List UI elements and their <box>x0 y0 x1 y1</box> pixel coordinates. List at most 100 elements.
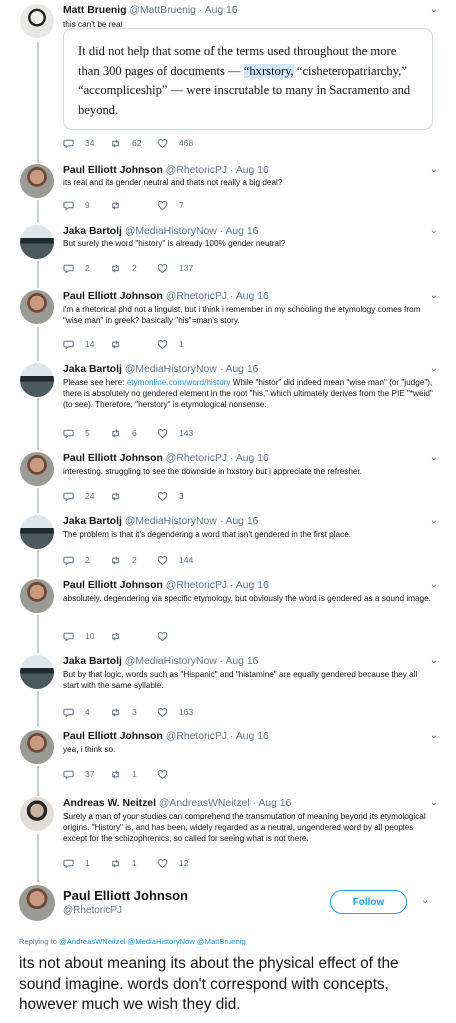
chevron-down-icon[interactable]: ⌄ <box>430 4 438 15</box>
tweet-date[interactable]: Aug 16 <box>205 5 238 16</box>
author-name[interactable]: Paul Elliott Johnson <box>63 580 163 591</box>
author-name[interactable]: Jaka Bartolj <box>63 656 122 667</box>
author-handle[interactable]: @RhetoricPJ <box>166 453 227 464</box>
thread-line <box>37 261 39 288</box>
reply-button[interactable]: 5 <box>63 428 110 439</box>
avatar[interactable] <box>20 225 54 259</box>
retweet-button[interactable]: 62 <box>110 138 157 149</box>
tweet-date[interactable]: Aug 16 <box>236 731 269 742</box>
author-name[interactable]: Matt Bruenig <box>63 5 127 16</box>
retweet-button[interactable]: 2 <box>110 555 157 566</box>
reply-button[interactable]: 2 <box>63 263 110 274</box>
chevron-down-icon[interactable]: ⌄ <box>430 164 438 175</box>
reply-button[interactable]: 24 <box>63 491 110 502</box>
like-button[interactable] <box>157 631 217 642</box>
author-handle[interactable]: @RhetoricPJ <box>166 731 227 742</box>
main-tweet-avatar[interactable] <box>19 885 55 921</box>
reply-button[interactable]: 1 <box>63 858 110 869</box>
tweet-link[interactable]: etymonline.com/word/history <box>127 378 231 387</box>
avatar[interactable] <box>20 290 54 324</box>
author-name[interactable]: Jaka Bartolj <box>63 364 122 375</box>
author-handle[interactable]: @MediaHistoryNow <box>125 516 217 527</box>
avatar[interactable] <box>20 452 54 486</box>
chevron-down-icon[interactable]: ⌄ <box>430 515 438 526</box>
like-button[interactable]: 163 <box>157 707 217 718</box>
tweet-date[interactable]: Aug 16 <box>236 580 269 591</box>
author-name[interactable]: Paul Elliott Johnson <box>63 453 163 464</box>
like-button[interactable]: 7 <box>157 200 217 211</box>
author-handle[interactable]: @RhetoricPJ <box>166 165 227 176</box>
reply-button[interactable]: 2 <box>63 555 110 566</box>
chevron-down-icon[interactable]: ⌄ <box>430 579 438 590</box>
reply-button[interactable]: 10 <box>63 631 110 642</box>
tweet-date[interactable]: Aug 16 <box>236 165 269 176</box>
reply-button[interactable]: 4 <box>63 707 110 718</box>
retweet-button[interactable]: 1 <box>110 769 157 780</box>
like-button[interactable]: 3 <box>157 491 217 502</box>
chevron-down-icon[interactable]: ⌄ <box>430 797 438 808</box>
chevron-down-icon[interactable]: ⌄ <box>430 452 438 463</box>
retweet-button[interactable] <box>110 491 157 502</box>
reply-button[interactable]: 34 <box>63 138 110 149</box>
retweet-count: 62 <box>132 138 142 148</box>
like-button[interactable]: 12 <box>157 858 217 869</box>
tweet-actions: 1 1 12 <box>63 856 217 870</box>
author-handle[interactable]: @RhetoricPJ <box>166 580 227 591</box>
reply-count: 10 <box>85 631 95 641</box>
chevron-down-icon[interactable]: ⌄ <box>430 225 438 236</box>
like-button[interactable]: 144 <box>157 555 217 566</box>
avatar[interactable] <box>20 363 54 397</box>
main-author-handle[interactable]: @RhetoricPJ <box>63 905 122 916</box>
author-handle[interactable]: @MediaHistoryNow <box>125 226 217 237</box>
retweet-button[interactable] <box>110 339 157 350</box>
author-handle[interactable]: @MattBruenig <box>129 5 196 16</box>
chevron-down-icon[interactable]: ⌄ <box>430 290 438 301</box>
author-handle[interactable]: @MediaHistoryNow <box>125 364 217 375</box>
retweet-button[interactable]: 2 <box>110 263 157 274</box>
tweet-date[interactable]: Aug 16 <box>236 453 269 464</box>
author-name[interactable]: Paul Elliott Johnson <box>63 291 163 302</box>
avatar[interactable] <box>20 797 54 831</box>
author-name[interactable]: Jaka Bartolj <box>63 226 122 237</box>
like-button[interactable]: 143 <box>157 428 217 439</box>
author-name[interactable]: Paul Elliott Johnson <box>63 165 163 176</box>
like-button[interactable] <box>157 769 217 780</box>
like-button[interactable]: 1 <box>157 339 217 350</box>
tweet-date[interactable]: Aug 16 <box>236 291 269 302</box>
avatar[interactable] <box>20 579 54 613</box>
retweet-button[interactable] <box>110 631 157 642</box>
reply-button[interactable]: 37 <box>63 769 110 780</box>
tweet-date[interactable]: Aug 16 <box>258 798 291 809</box>
chevron-down-icon[interactable]: ⌄ <box>421 895 429 906</box>
tweet-date[interactable]: Aug 16 <box>225 364 258 375</box>
avatar[interactable] <box>20 515 54 549</box>
avatar[interactable] <box>20 164 54 198</box>
follow-button[interactable]: Follow <box>330 890 407 914</box>
tweet-date[interactable]: Aug 16 <box>225 516 258 527</box>
chevron-down-icon[interactable]: ⌄ <box>430 363 438 374</box>
author-handle[interactable]: @AndreasWNeitzel <box>159 798 250 809</box>
quoted-article-excerpt[interactable]: It did not help that some of the terms u… <box>63 28 433 130</box>
author-name[interactable]: Jaka Bartolj <box>63 516 122 527</box>
avatar[interactable] <box>20 655 54 689</box>
reply-button[interactable]: 14 <box>63 339 110 350</box>
avatar[interactable] <box>20 4 54 38</box>
tweet-date[interactable]: Aug 16 <box>225 656 258 667</box>
chevron-down-icon[interactable]: ⌄ <box>430 730 438 741</box>
main-author-name[interactable]: Paul Elliott Johnson <box>63 888 188 903</box>
tweet-date[interactable]: Aug 16 <box>225 226 258 237</box>
replying-to-handles[interactable]: @AndreasWNeitzel @MediaHistoryNow @MattB… <box>59 937 245 946</box>
author-handle[interactable]: @MediaHistoryNow <box>125 656 217 667</box>
reply-button[interactable]: 9 <box>63 200 110 211</box>
like-button[interactable]: 468 <box>157 138 217 149</box>
author-name[interactable]: Andreas W. Neitzel <box>63 798 156 809</box>
retweet-button[interactable]: 6 <box>110 428 157 439</box>
author-handle[interactable]: @RhetoricPJ <box>166 291 227 302</box>
avatar[interactable] <box>20 730 54 764</box>
retweet-button[interactable] <box>110 200 157 211</box>
retweet-button[interactable]: 3 <box>110 707 157 718</box>
author-name[interactable]: Paul Elliott Johnson <box>63 731 163 742</box>
retweet-button[interactable]: 1 <box>110 858 157 869</box>
chevron-down-icon[interactable]: ⌄ <box>430 655 438 666</box>
like-button[interactable]: 137 <box>157 263 217 274</box>
